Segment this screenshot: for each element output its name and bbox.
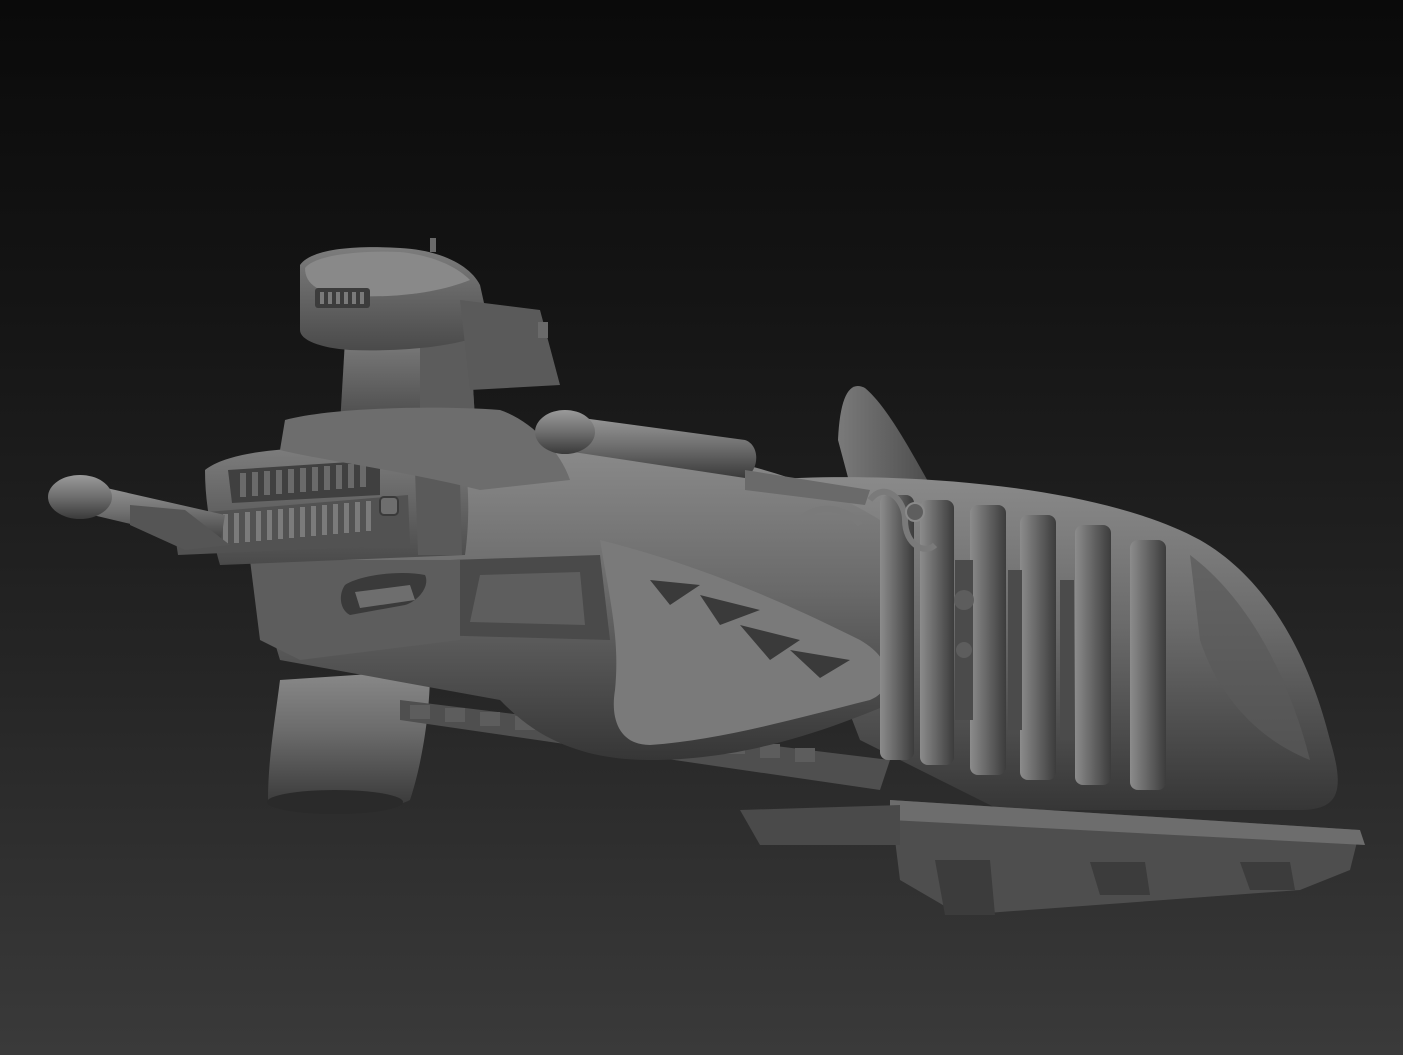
rear-turret — [460, 300, 560, 390]
front-bolt — [379, 496, 399, 516]
3d-viewport[interactable] — [0, 0, 1403, 1055]
belly-block-2 — [1090, 862, 1150, 895]
antenna-2 — [538, 322, 548, 338]
belly-block-1 — [935, 860, 995, 915]
strut-foot — [267, 790, 403, 814]
side-intake-inner — [470, 572, 585, 625]
ventral-strut — [268, 670, 430, 812]
belly-pod-mid — [740, 805, 900, 845]
sculpt-model-spaceship[interactable] — [0, 0, 1403, 1055]
pipe-fitting — [905, 502, 925, 522]
antenna-1 — [430, 238, 436, 252]
left-cannon-tip — [48, 475, 112, 519]
dorsal-fin — [838, 385, 930, 485]
right-cannon-tip — [535, 410, 595, 454]
